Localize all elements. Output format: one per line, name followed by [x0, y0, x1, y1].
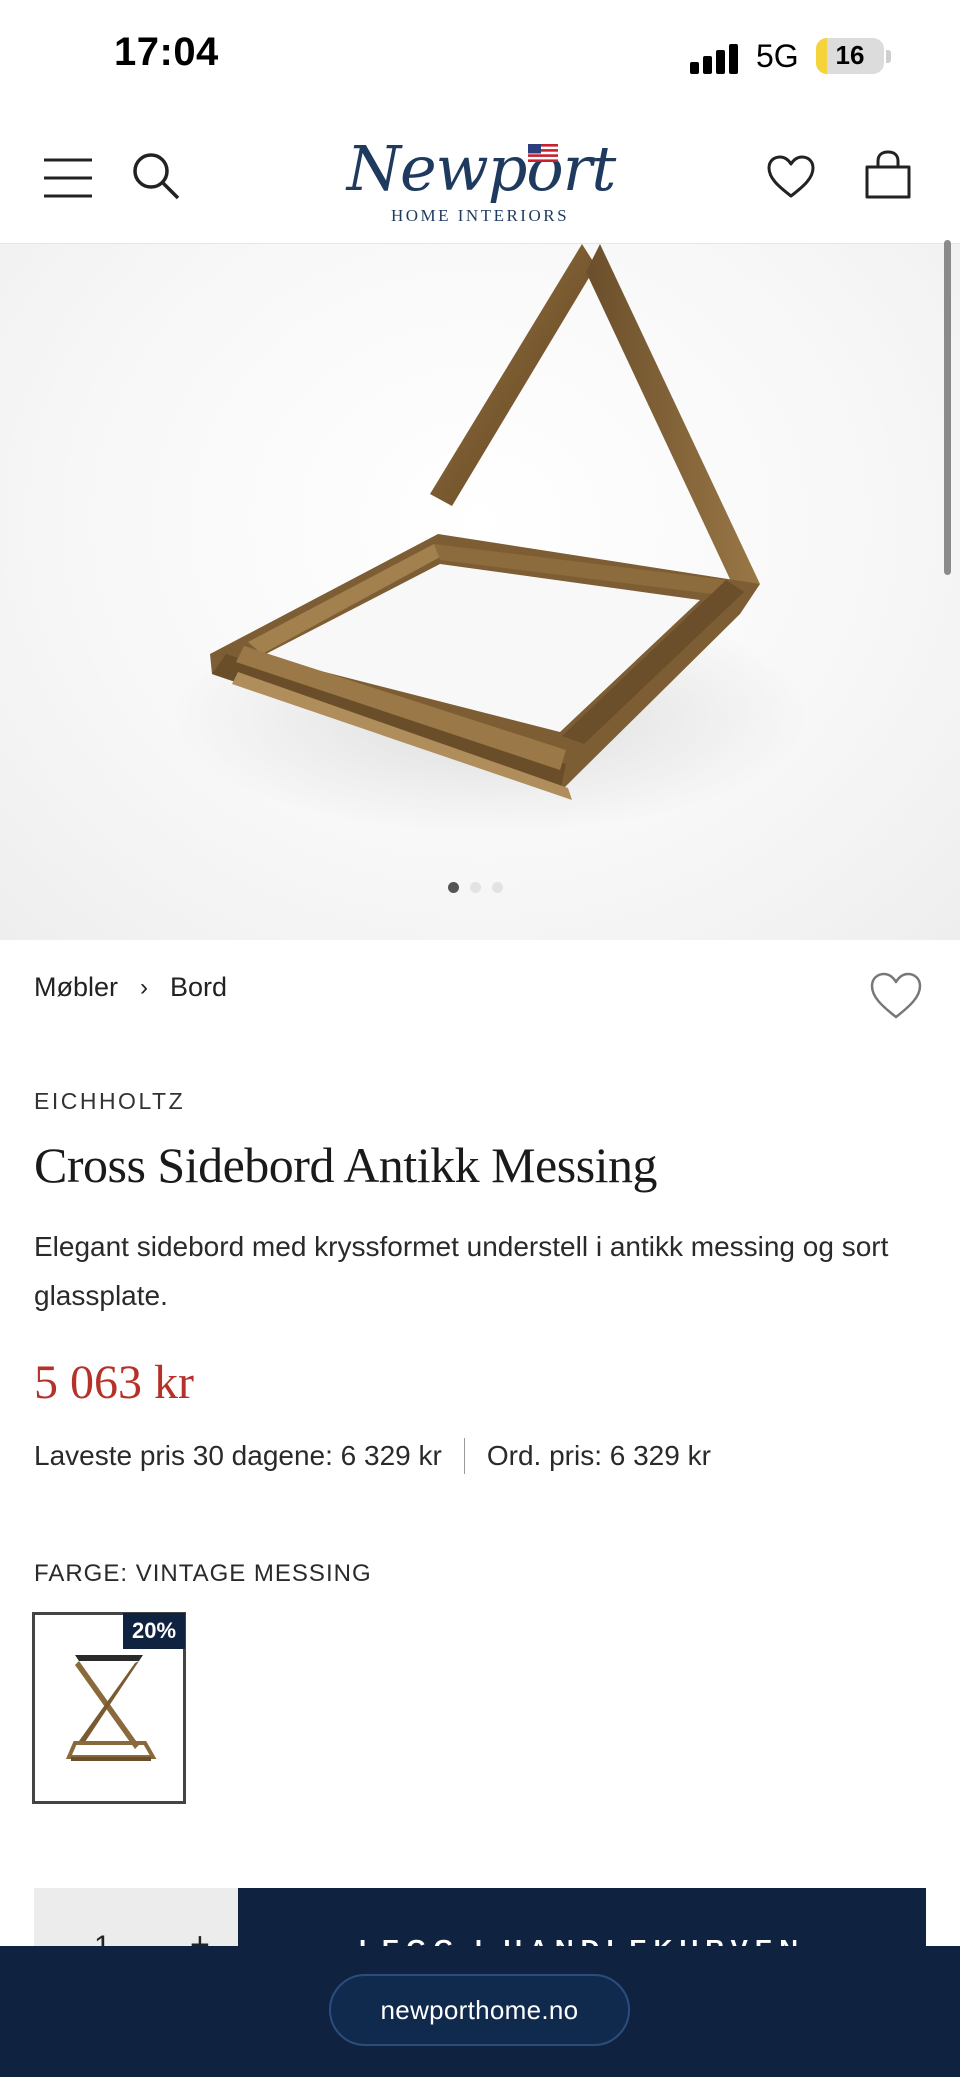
page-scrollbar[interactable]: [944, 240, 951, 575]
url-text: newporthome.no: [380, 1994, 579, 2025]
network-type: 5G: [756, 38, 799, 74]
hamburger-menu-icon[interactable]: [40, 150, 96, 206]
gallery-dot-1[interactable]: [448, 882, 459, 893]
product-description: Elegant sidebord med kryssformet underst…: [34, 1231, 889, 1311]
breadcrumb-item-mobler[interactable]: Møbler: [34, 972, 118, 1003]
logo-subtitle: HOME INTERIORS: [390, 206, 570, 225]
battery-tip: [886, 50, 891, 63]
breadcrumb: Møbler › Bord: [34, 972, 227, 1003]
breadcrumb-item-bord[interactable]: Bord: [170, 972, 227, 1003]
battery-icon: 16: [816, 38, 884, 74]
status-bar: 17:04 5G 16: [0, 0, 960, 110]
product-price: 5 063 kr: [34, 1356, 194, 1409]
us-flag-icon: [528, 144, 558, 162]
browser-bottom-bar: newporthome.no: [0, 1946, 960, 2077]
newport-logo[interactable]: Newport HOME INTERIORS: [340, 126, 620, 232]
wishlist-heart-icon[interactable]: [762, 148, 820, 206]
site-header: Newport HOME INTERIORS: [0, 110, 960, 244]
product-brand[interactable]: EICHHOLTZ: [34, 1088, 185, 1115]
product-title: Cross Sidebord Antikk Messing: [34, 1137, 658, 1193]
discount-badge: 20%: [123, 1613, 185, 1649]
gallery-pagination: [448, 882, 503, 894]
product-image: [170, 244, 810, 834]
cellular-signal-icon: [690, 44, 742, 74]
gallery-dot-3[interactable]: [492, 882, 503, 893]
color-label: FARGE: VINTAGE MESSING: [34, 1560, 372, 1587]
search-icon[interactable]: [128, 148, 184, 204]
price-info: Laveste pris 30 dagene: 6 329 kr Ord. pr…: [34, 1438, 711, 1474]
logo-wordmark: Newport: [346, 132, 617, 205]
product-image-gallery[interactable]: [0, 244, 960, 940]
battery-percentage: 16: [835, 40, 865, 70]
gallery-dot-2[interactable]: [470, 882, 481, 893]
shopping-bag-icon[interactable]: [858, 144, 918, 206]
lowest-price-30-days: Laveste pris 30 dagene: 6 329 kr: [34, 1440, 442, 1471]
color-swatch-vintage-messing[interactable]: 20%: [32, 1612, 186, 1804]
breadcrumb-separator: ›: [140, 973, 149, 1001]
status-time: 17:04: [114, 30, 219, 74]
address-bar[interactable]: newporthome.no: [329, 1974, 630, 2046]
product-wishlist-heart-icon[interactable]: [868, 970, 924, 1022]
price-divider: [463, 1438, 465, 1474]
ordinary-price: Ord. pris: 6 329 kr: [486, 1440, 711, 1471]
